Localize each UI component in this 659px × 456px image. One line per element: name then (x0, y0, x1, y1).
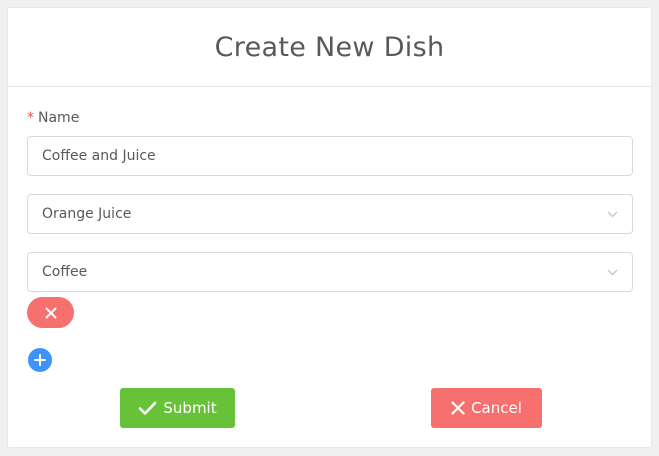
close-icon (45, 307, 56, 318)
close-icon (451, 401, 465, 415)
submit-button[interactable]: Submit (120, 388, 235, 428)
card-header: Create New Dish (8, 8, 651, 87)
cancel-label: Cancel (471, 399, 522, 417)
check-icon (139, 401, 157, 415)
name-label: * Name (27, 110, 79, 126)
remove-dish-button[interactable] (27, 297, 74, 328)
required-mark: * (27, 110, 34, 126)
dish-select-2[interactable]: Coffee (27, 252, 633, 292)
page-title: Create New Dish (214, 31, 445, 63)
chevron-down-icon (606, 208, 618, 220)
dish-select-1[interactable]: Orange Juice (27, 194, 633, 234)
plus-icon (34, 354, 46, 366)
add-dish-button[interactable] (28, 348, 52, 372)
dish-select-2-value: Coffee (42, 264, 88, 280)
name-field[interactable] (27, 136, 633, 176)
create-dish-card: Create New Dish *Name Orange Juice Coffe… (7, 7, 652, 448)
cancel-button[interactable]: Cancel (431, 388, 542, 428)
dish-select-1-value: Orange Juice (42, 206, 132, 222)
chevron-down-icon (606, 266, 618, 278)
name-input[interactable] (42, 148, 618, 164)
name-label-text: Name (38, 110, 80, 126)
submit-label: Submit (163, 399, 217, 417)
